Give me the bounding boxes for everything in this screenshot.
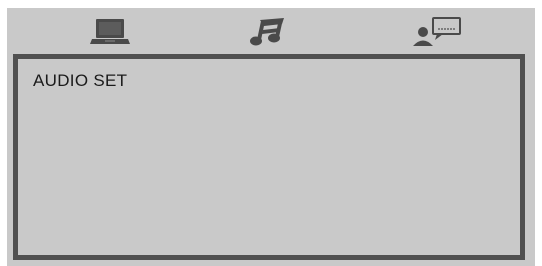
tab-general[interactable]: [85, 14, 135, 50]
audio-settings-panel: AUDIO SET: [13, 54, 525, 260]
music-note-icon: [250, 18, 284, 46]
settings-menu: AUDIO SET: [7, 8, 535, 266]
tab-preference[interactable]: [409, 14, 465, 50]
menu-tab-bar: [7, 8, 535, 52]
tab-audio[interactable]: [243, 14, 293, 50]
panel-title: AUDIO SET: [33, 71, 128, 90]
laptop-icon: [90, 19, 130, 44]
user-chat-icon: [413, 17, 461, 46]
